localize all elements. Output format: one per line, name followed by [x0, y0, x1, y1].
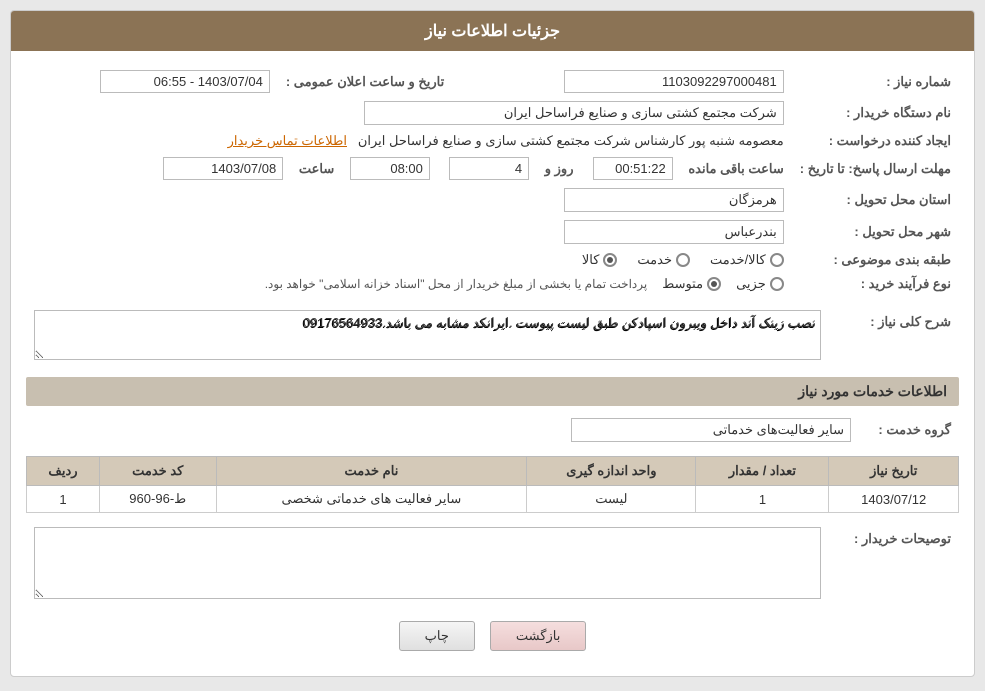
table-row: نوع فرآیند خرید : جزیی متوسط پرداخت: [26, 272, 959, 296]
shomara-niaz-label: شماره نیاز :: [792, 66, 959, 97]
main-panel: جزئیات اطلاعات نیاز شماره نیاز : 1103092…: [10, 10, 975, 677]
cell-radif: 1: [27, 486, 100, 513]
ijad-link[interactable]: اطلاعات تماس خریدار: [228, 133, 347, 148]
panel-title: جزئیات اطلاعات نیاز: [425, 23, 560, 40]
mohlat-label: مهلت ارسال پاسخ: تا تاریخ :: [792, 153, 959, 184]
tosif-textarea[interactable]: [34, 527, 821, 599]
radio-kala-khadamat[interactable]: کالا/خدمت: [710, 252, 784, 268]
radio-khadamat-circle: [676, 253, 690, 267]
info-table: شماره نیاز : 1103092297000481 تاریخ و سا…: [26, 66, 959, 296]
radio-jazyi-label: جزیی: [736, 276, 766, 292]
mohlat-baqi-label: ساعت باقی مانده: [688, 161, 783, 177]
mohlat-baqi: 00:51:22: [593, 157, 673, 180]
tosif-table: توصیحات خریدار :: [26, 523, 959, 606]
cell-unit: لیست: [527, 486, 696, 513]
ijad-value: معصومه شنبه پور کارشناس شرکت مجتمع کشتی …: [26, 129, 792, 153]
radio-kala-circle: [603, 253, 617, 267]
table-row: 1403/07/12 1 لیست سایر فعالیت های خدماتی…: [27, 486, 959, 513]
mohlat-rooz: 4: [449, 157, 529, 180]
tarikh-value: 1403/07/04 - 06:55: [26, 66, 278, 97]
services-header-row: تاریخ نیاز تعداد / مقدار واحد اندازه گیر…: [27, 457, 959, 486]
table-row: طبقه بندی موضوعی : کالا/خدمت خدمت: [26, 248, 959, 272]
sharh-label: شرح کلی نیاز :: [829, 306, 959, 367]
col-code: کد خدمت: [99, 457, 216, 486]
radio-khadamat-label: خدمت: [637, 252, 672, 268]
khadamat-header: اطلاعات خدمات مورد نیاز: [26, 377, 959, 406]
sharh-value-cell: نصب زینک آند داخل ویبرون اسپادکن طبق لیس…: [26, 306, 829, 367]
radio-jazyi[interactable]: جزیی: [736, 276, 784, 292]
tabaqe-value: کالا/خدمت خدمت کالا: [26, 248, 792, 272]
mohlat-value: 1403/07/08 ساعت 08:00 4 روز و 00:51:22: [26, 153, 792, 184]
sharh-row: شرح کلی نیاز : نصب زینک آند داخل ویبرون …: [26, 306, 959, 367]
radio-kala[interactable]: کالا: [582, 252, 618, 268]
table-row: شماره نیاز : 1103092297000481 تاریخ و سا…: [26, 66, 959, 97]
radio-motovaset-circle: [707, 277, 721, 291]
button-row: بازگشت چاپ: [26, 621, 959, 661]
tosif-row: توصیحات خریدار :: [26, 523, 959, 606]
mohlat-saat: 08:00: [350, 157, 430, 180]
panel-header: جزئیات اطلاعات نیاز: [11, 11, 974, 51]
shahr-value: بندرعباس: [26, 216, 792, 248]
table-row: مهلت ارسال پاسخ: تا تاریخ : 1403/07/08 س…: [26, 153, 959, 184]
radio-kala-label: کالا: [582, 252, 600, 268]
radio-kala-khadamat-circle: [770, 253, 784, 267]
ijad-label: ایجاد کننده درخواست :: [792, 129, 959, 153]
print-button[interactable]: چاپ: [399, 621, 475, 651]
mohlat-date: 1403/07/08: [163, 157, 283, 180]
grohe-row: گروه خدمت : سایر فعالیت‌های خدماتی: [26, 414, 959, 446]
sharh-textarea[interactable]: [34, 310, 821, 360]
ostan-input: هرمزگان: [564, 188, 784, 212]
radio-kala-khadamat-label: کالا/خدمت: [710, 252, 766, 268]
tosif-value-cell: [26, 523, 829, 606]
table-row: ایجاد کننده درخواست : معصومه شنبه پور کا…: [26, 129, 959, 153]
cell-count: 1: [696, 486, 829, 513]
table-row: شهر محل تحویل : بندرعباس: [26, 216, 959, 248]
panel-body: شماره نیاز : 1103092297000481 تاریخ و سا…: [11, 51, 974, 676]
col-count: تعداد / مقدار: [696, 457, 829, 486]
col-unit: واحد اندازه گیری: [527, 457, 696, 486]
tarikh-label: تاریخ و ساعت اعلان عمومی :: [278, 66, 452, 97]
nam-dastgah-value: شرکت مجتمع کشتی سازی و صنایع فراساحل ایر…: [26, 97, 792, 129]
mohlat-saat-label: ساعت: [299, 161, 334, 177]
radio-motovaset[interactable]: متوسط: [662, 276, 721, 292]
ijad-text: معصومه شنبه پور کارشناس شرکت مجتمع کشتی …: [358, 133, 784, 148]
col-name: نام خدمت: [216, 457, 527, 486]
nooe-value: جزیی متوسط پرداخت تمام یا بخشی از مبلغ خ…: [26, 272, 792, 296]
ostan-label: استان محل تحویل :: [792, 184, 959, 216]
tarikh-input: 1403/07/04 - 06:55: [100, 70, 270, 93]
table-row: استان محل تحویل : هرمزگان: [26, 184, 959, 216]
radio-khadamat[interactable]: خدمت: [637, 252, 690, 268]
grohe-input: سایر فعالیت‌های خدماتی: [571, 418, 851, 442]
sharh-table: شرح کلی نیاز : نصب زینک آند داخل ویبرون …: [26, 306, 959, 367]
back-button[interactable]: بازگشت: [490, 621, 586, 651]
radio-motovaset-label: متوسط: [662, 276, 703, 292]
radio-jazyi-circle: [770, 277, 784, 291]
cell-date: 1403/07/12: [829, 486, 959, 513]
ostan-value: هرمزگان: [26, 184, 792, 216]
grohe-table: گروه خدمت : سایر فعالیت‌های خدماتی: [26, 414, 959, 446]
col-radif: ردیف: [27, 457, 100, 486]
grohe-label: گروه خدمت :: [859, 414, 959, 446]
table-row: نام دستگاه خریدار : شرکت مجتمع کشتی سازی…: [26, 97, 959, 129]
nam-dastgah-label: نام دستگاه خریدار :: [792, 97, 959, 129]
shomara-niaz-input: 1103092297000481: [564, 70, 784, 93]
services-table: تاریخ نیاز تعداد / مقدار واحد اندازه گیر…: [26, 456, 959, 513]
tabaqe-label: طبقه بندی موضوعی :: [792, 248, 959, 272]
cell-name: سایر فعالیت های خدماتی شخصی: [216, 486, 527, 513]
shahr-label: شهر محل تحویل :: [792, 216, 959, 248]
nooe-note: پرداخت تمام یا بخشی از مبلغ خریدار از مح…: [265, 277, 648, 291]
cell-code: ط-96-960: [99, 486, 216, 513]
shomara-niaz-value: 1103092297000481: [472, 66, 792, 97]
mohlat-rooz-label: روز و: [545, 161, 574, 177]
grohe-value: سایر فعالیت‌های خدماتی: [26, 414, 859, 446]
col-date: تاریخ نیاز: [829, 457, 959, 486]
tosif-label: توصیحات خریدار :: [829, 523, 959, 606]
nam-dastgah-input: شرکت مجتمع کشتی سازی و صنایع فراساحل ایر…: [364, 101, 784, 125]
nooe-label: نوع فرآیند خرید :: [792, 272, 959, 296]
shahr-input: بندرعباس: [564, 220, 784, 244]
